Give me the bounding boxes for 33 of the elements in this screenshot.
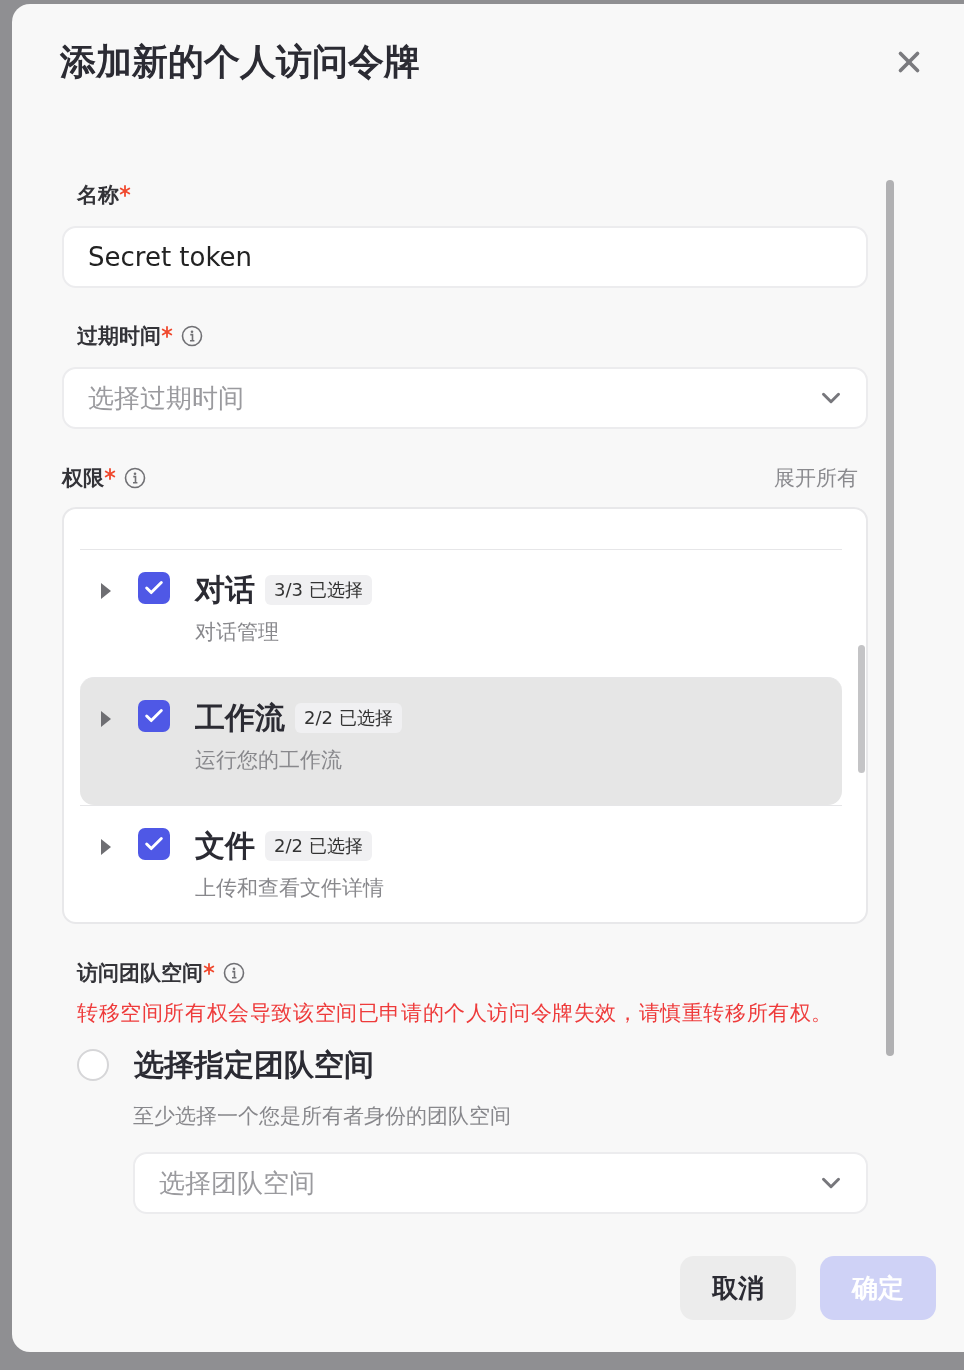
checkbox[interactable] xyxy=(138,828,170,860)
selected-count-badge: 3/3 已选择 xyxy=(265,575,372,605)
expand-caret-icon[interactable] xyxy=(100,582,112,600)
field-label: 名称 xyxy=(77,182,119,209)
selected-count-badge: 2/2 已选择 xyxy=(265,831,372,861)
permission-description: 上传和查看文件详情 xyxy=(195,875,384,902)
field-label: 权限 xyxy=(62,465,104,492)
option-hint: 至少选择一个您是所有者身份的团队空间 xyxy=(133,1103,512,1130)
dialog-title: 添加新的个人访问令牌 xyxy=(60,39,420,84)
permission-name: 文件 xyxy=(195,826,255,865)
field-label: 访问团队空间 xyxy=(77,960,203,987)
info-icon[interactable] xyxy=(124,467,146,489)
field-label: 过期时间 xyxy=(77,323,161,350)
permission-description: 对话管理 xyxy=(195,619,280,646)
permission-description: 运行您的工作流 xyxy=(195,747,343,774)
permission-row[interactable]: 工作流 2/2 已选择 运行您的工作流 xyxy=(80,677,842,805)
permission-row[interactable]: 文件 2/2 已选择 上传和查看文件详情 xyxy=(80,805,842,922)
selected-count-badge: 2/2 已选择 xyxy=(295,703,402,733)
info-icon[interactable] xyxy=(223,962,245,984)
expand-caret-icon[interactable] xyxy=(100,838,112,856)
scrollbar[interactable] xyxy=(858,645,865,773)
permission-name: 对话 xyxy=(195,570,255,609)
expand-caret-icon[interactable] xyxy=(100,710,112,728)
cancel-button[interactable]: 取消 xyxy=(680,1256,796,1320)
checkbox[interactable] xyxy=(138,572,170,604)
permission-name: 工作流 xyxy=(195,698,285,737)
info-icon[interactable] xyxy=(181,325,203,347)
option-label: 选择指定团队空间 xyxy=(134,1045,374,1084)
scrollbar[interactable] xyxy=(886,180,894,1056)
radio-button[interactable] xyxy=(77,1049,109,1081)
checkbox[interactable] xyxy=(138,700,170,732)
name-field[interactable]: Secret token xyxy=(62,226,868,288)
warning-text: 转移空间所有权会导致该空间已申请的个人访问令牌失效，请慎重转移所有权。 xyxy=(77,1000,834,1027)
